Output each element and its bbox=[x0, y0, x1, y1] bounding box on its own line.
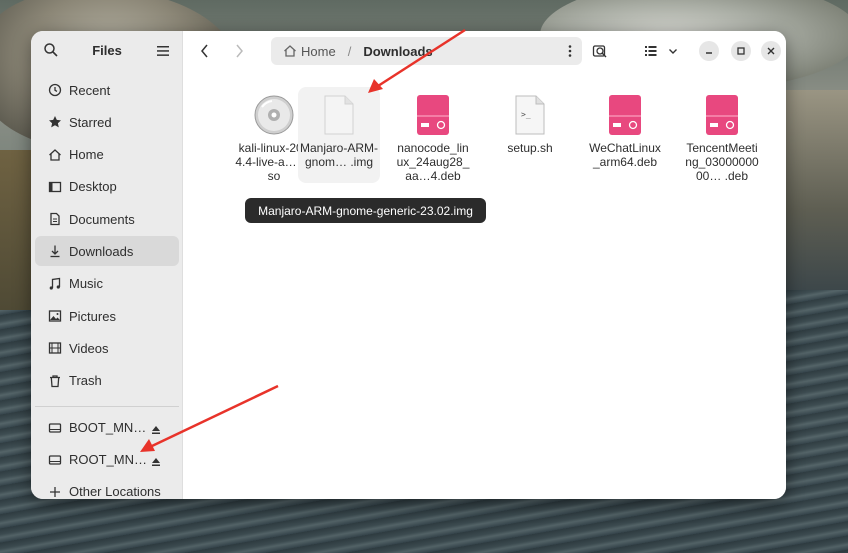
annotation-arrows bbox=[140, 28, 466, 452]
arrow-to-root-drive-annotation bbox=[140, 384, 279, 452]
arrow-to-downloads-annotation bbox=[368, 28, 466, 93]
